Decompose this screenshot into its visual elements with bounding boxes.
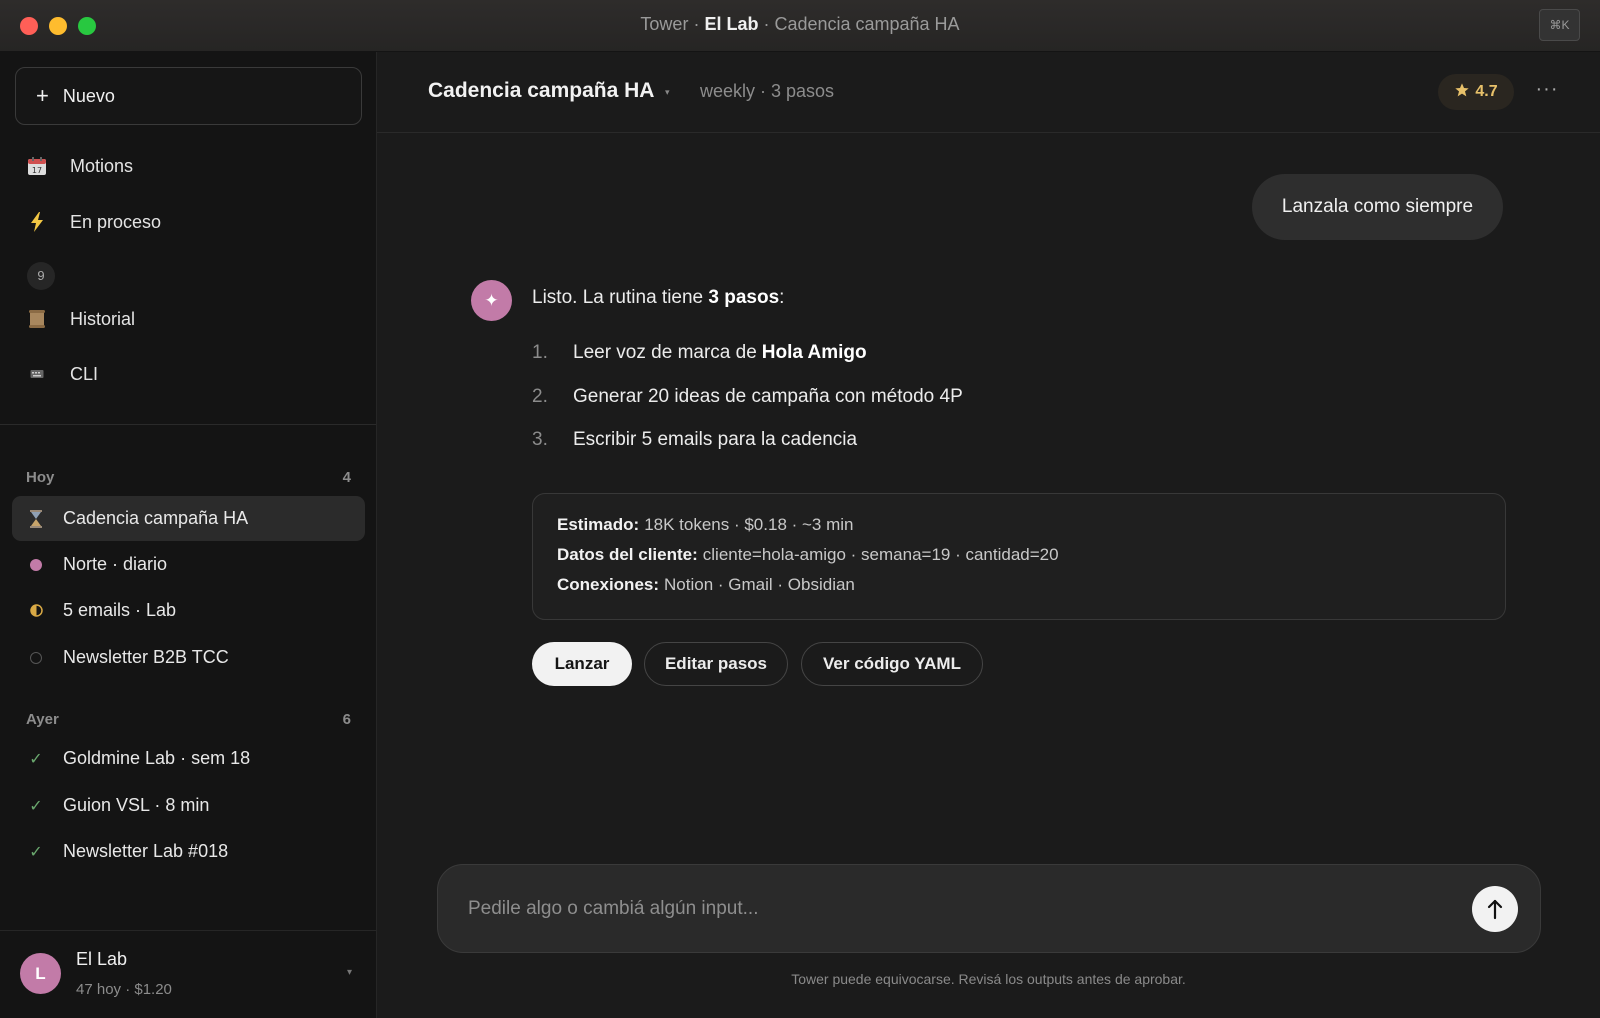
conversation-item[interactable]: ✓ Newsletter Lab #018 — [12, 829, 365, 874]
title-bar: Tower · El Lab · Cadencia campaña HA ⌘K — [0, 0, 1600, 52]
empty-circle-icon — [27, 649, 45, 667]
check-icon: ✓ — [29, 843, 43, 861]
conversation-label: 5 emails · Lab — [63, 600, 177, 620]
plus-icon: + — [36, 83, 49, 108]
step-item: 3. Escribir 5 emails para la cadencia — [532, 429, 858, 450]
sidebar-item-historial[interactable]: Historial — [26, 308, 135, 330]
disclaimer: Tower puede equivocarse. Revisá los outp… — [791, 971, 1186, 987]
conversation-item[interactable]: Norte · diario — [12, 542, 365, 587]
conversation-meta: weekly · 3 pasos — [700, 81, 835, 101]
in-progress-count-badge: 9 — [27, 262, 55, 290]
sidebar-item-cli[interactable]: CLI — [26, 363, 98, 385]
calendar-icon: 17 — [26, 155, 48, 177]
conversation-label: Cadencia campaña HA — [63, 508, 249, 528]
launch-button[interactable]: Lanzar — [532, 642, 632, 686]
sidebar-item-motions[interactable]: 17 Motions — [26, 155, 133, 177]
scroll-icon — [26, 308, 48, 330]
account-name: El Lab — [76, 949, 128, 969]
lightning-icon — [26, 211, 48, 233]
conversation-item[interactable]: ✓ Goldmine Lab · sem 18 — [12, 736, 365, 781]
section-header-hoy: Hoy 4 — [26, 469, 351, 486]
rating-value: 4.7 — [1475, 83, 1498, 100]
conversation-label: Norte · diario — [63, 554, 168, 574]
estimate-line: Estimado: 18K tokens · $0.18 · ~3 min — [557, 515, 854, 534]
user-message: Lanzala como siempre — [1252, 174, 1503, 240]
account-usage: 47 hoy · $1.20 — [76, 981, 172, 998]
section-header-ayer: Ayer 6 — [26, 711, 351, 728]
conversation-label: Newsletter B2B TCC — [63, 647, 229, 667]
conversation-header: Cadencia campaña HA ▾ weekly · 3 pasos 4… — [377, 52, 1600, 133]
sidebar-item-label: En proceso — [70, 211, 162, 232]
chevron-down-icon: ▾ — [346, 967, 352, 978]
message-input[interactable] — [468, 893, 1428, 925]
section-count: 4 — [342, 469, 351, 486]
keyboard-icon — [26, 363, 48, 385]
star-icon — [1454, 82, 1470, 103]
hourglass-icon — [27, 509, 45, 528]
window-title: Tower · El Lab · Cadencia campaña HA — [640, 14, 960, 34]
sidebar-item-label: Historial — [70, 308, 136, 329]
main-panel: Cadencia campaña HA ▾ weekly · 3 pasos 4… — [377, 52, 1600, 1018]
connections-line: Conexiones: Notion · Gmail · Obsidian — [557, 575, 855, 594]
command-palette-shortcut[interactable]: ⌘K — [1539, 9, 1580, 41]
conversation-label: Goldmine Lab · sem 18 — [63, 748, 251, 768]
sidebar: + Nuevo 17 Motions En proceso 9 Historia… — [0, 52, 377, 1018]
avatar: L — [20, 953, 61, 994]
sidebar-item-label: Motions — [70, 155, 134, 176]
half-circle-icon — [27, 602, 45, 620]
chevron-down-icon[interactable]: ▾ — [665, 87, 670, 98]
conversation-item[interactable]: 5 emails · Lab — [12, 588, 365, 633]
conversation-item[interactable]: Newsletter B2B TCC — [12, 635, 365, 680]
message-composer — [437, 864, 1541, 953]
conversation-label: Guion VSL · 8 min — [63, 795, 210, 815]
check-icon: ✓ — [29, 797, 43, 815]
section-title: Hoy — [26, 469, 55, 486]
pink-dot-icon — [27, 556, 45, 574]
section-count: 6 — [342, 711, 351, 728]
more-options-icon[interactable]: ··· — [1529, 74, 1565, 110]
check-icon: ✓ — [29, 750, 43, 768]
sidebar-divider — [0, 424, 376, 425]
view-yaml-button[interactable]: Ver código YAML — [801, 642, 983, 686]
step-item: 1. Leer voz de marca de Hola Amigo — [532, 342, 867, 363]
client-data-line: Datos del cliente: cliente=hola-amigo · s… — [557, 545, 1059, 564]
new-button[interactable]: + Nuevo — [15, 67, 362, 125]
sidebar-item-label: CLI — [70, 363, 99, 384]
edit-steps-button[interactable]: Editar pasos — [644, 642, 788, 686]
conversation-item[interactable]: Cadencia campaña HA — [12, 496, 365, 541]
conversation-title[interactable]: Cadencia campaña HA — [428, 79, 654, 103]
conversation-item[interactable]: ✓ Guion VSL · 8 min — [12, 783, 365, 828]
section-title: Ayer — [26, 711, 59, 728]
step-item: 2. Generar 20 ideas de campaña con método… — [532, 386, 963, 407]
sidebar-item-en-proceso[interactable]: En proceso — [26, 211, 161, 233]
new-button-label: Nuevo — [62, 85, 115, 106]
account-switcher[interactable]: L El Lab 47 hoy · $1.20 ▾ — [0, 930, 376, 1018]
assistant-avatar: ✦ — [471, 280, 512, 321]
arrow-up-icon — [1487, 899, 1503, 920]
rating-badge[interactable]: 4.7 — [1438, 74, 1514, 110]
send-button[interactable] — [1472, 886, 1518, 932]
assistant-message-lead: Listo. La rutina tiene 3 pasos: — [532, 287, 785, 308]
conversation-label: Newsletter Lab #018 — [63, 841, 229, 861]
svg-text:17: 17 — [32, 166, 42, 175]
estimate-card: Estimado: 18K tokens · $0.18 · ~3 min Dat… — [532, 493, 1506, 620]
